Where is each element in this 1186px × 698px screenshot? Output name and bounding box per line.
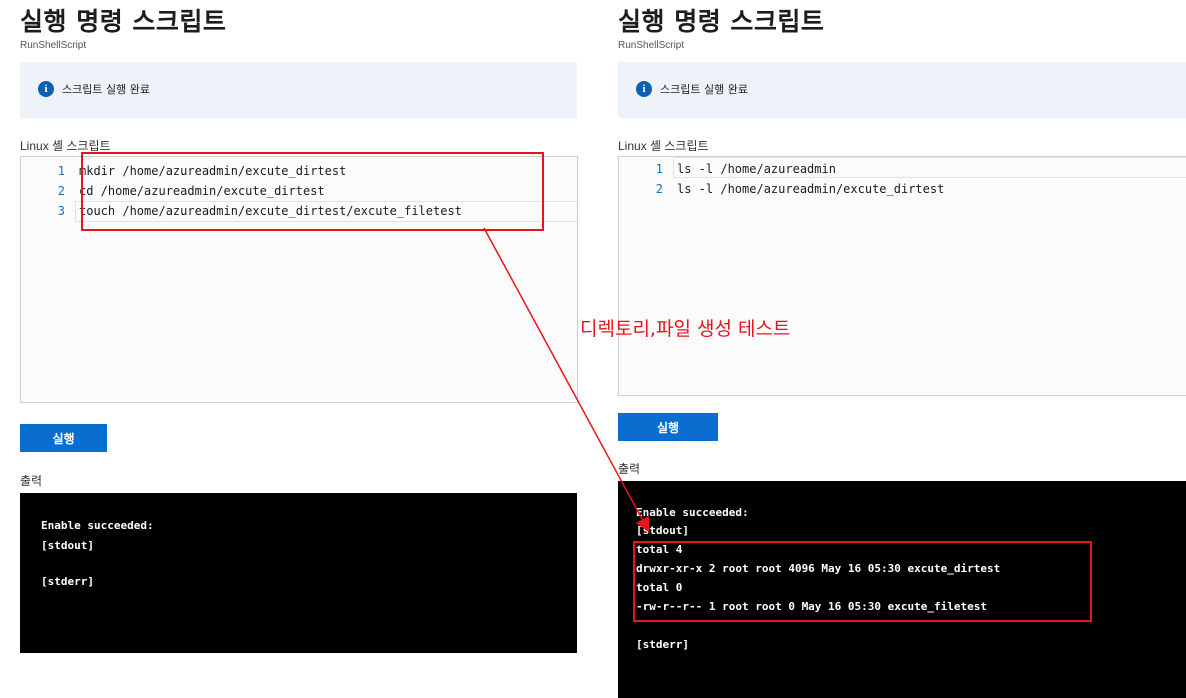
line-number: 2 — [57, 184, 65, 198]
code-text[interactable]: ls -l /home/azureadmin/excute_dirtest — [663, 179, 944, 199]
output-line: [stdout] — [636, 524, 689, 537]
output-line: [stdout] — [41, 539, 94, 552]
info-icon: i — [636, 81, 652, 97]
status-banner: i 스크립트 실행 완료 — [618, 62, 1186, 118]
page-subtitle: RunShellScript — [618, 40, 685, 51]
line-number: 2 — [655, 182, 663, 196]
status-banner-text: 스크립트 실행 완료 — [660, 83, 748, 96]
script-editor[interactable]: 1 ls -l /home/azureadmin 2 ls -l /home/azu… — [618, 156, 1186, 396]
code-line[interactable]: 2 ls -l /home/azureadmin/excute_dirtest — [619, 179, 945, 199]
output-line: [stderr] — [636, 638, 689, 651]
page-title: 실행 명령 스크립트 — [618, 7, 825, 36]
left-run-command-panel: 실행 명령 스크립트 RunShellScript i 스크립트 실행 완료 L… — [0, 0, 578, 698]
line-number: 1 — [57, 164, 65, 178]
code-text[interactable]: ls -l /home/azureadmin — [663, 159, 836, 179]
output-label: 출력 — [618, 462, 641, 476]
line-number: 3 — [57, 204, 65, 218]
line-number: 1 — [655, 162, 663, 176]
highlight-box-script — [81, 152, 544, 231]
code-line[interactable]: 1 ls -l /home/azureadmin — [619, 159, 836, 179]
output-line: Enable succeeded: — [41, 519, 154, 532]
script-editor-label: Linux 셸 스크립트 — [618, 139, 709, 153]
run-button[interactable]: 실행 — [618, 413, 718, 441]
output-label: 출력 — [20, 474, 43, 488]
page-subtitle: RunShellScript — [20, 40, 87, 51]
annotation-label: 디렉토리,파일 생성 테스트 — [580, 318, 791, 340]
highlight-box-output — [633, 541, 1092, 622]
output-line: [stderr] — [41, 575, 94, 588]
status-banner-text: 스크립트 실행 완료 — [62, 83, 150, 96]
run-button[interactable]: 실행 — [20, 424, 107, 452]
output-line: Enable succeeded: — [636, 506, 749, 519]
output-console: Enable succeeded: [stdout] [stderr] — [20, 493, 577, 653]
page-title: 실행 명령 스크립트 — [20, 7, 227, 36]
info-icon: i — [38, 81, 54, 97]
status-banner: i 스크립트 실행 완료 — [20, 62, 577, 118]
